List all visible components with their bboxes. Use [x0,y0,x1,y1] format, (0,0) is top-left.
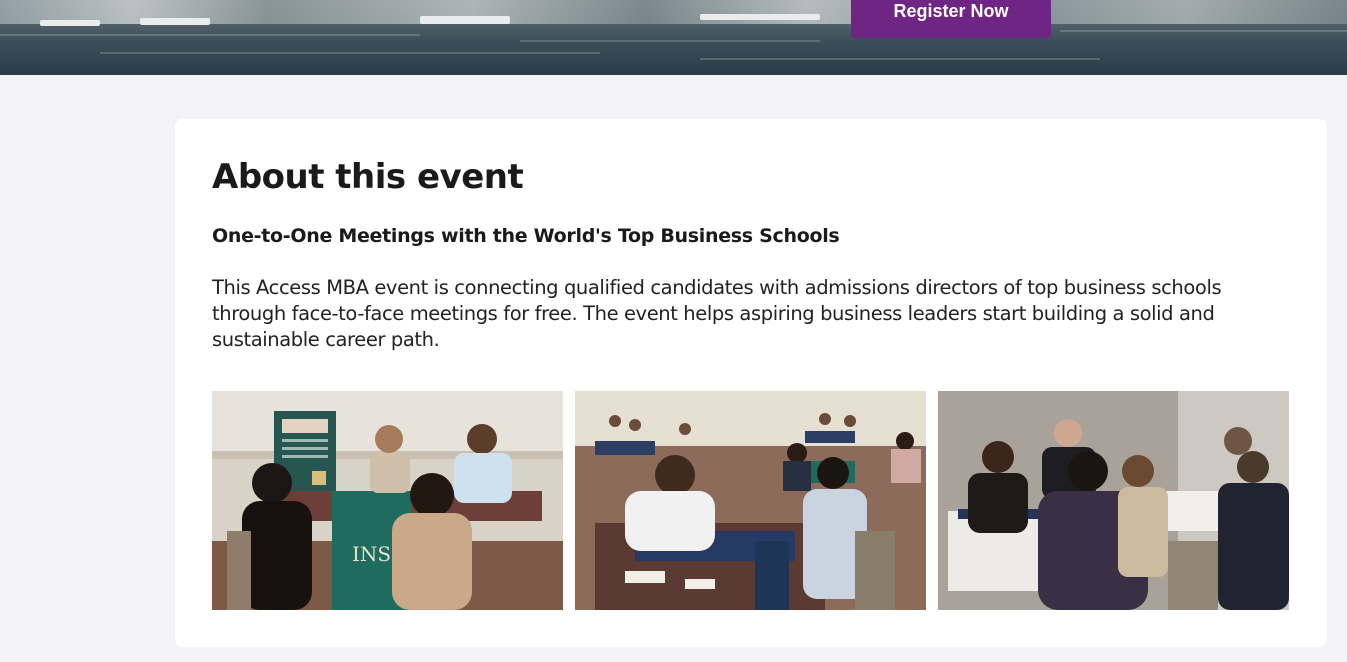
about-title: About this event [212,157,524,197]
hero-banner: Register Now [0,0,1347,75]
event-photo-1: INSE [212,391,563,610]
about-event-card: About this event One-to-One Meetings wit… [175,119,1327,647]
event-photo-2 [575,391,926,610]
register-now-button[interactable]: Register Now [851,0,1051,38]
event-photo-3 [938,391,1289,610]
about-description: This Access MBA event is connecting qual… [212,276,1222,351]
about-subtitle: One-to-One Meetings with the World's Top… [212,225,840,247]
